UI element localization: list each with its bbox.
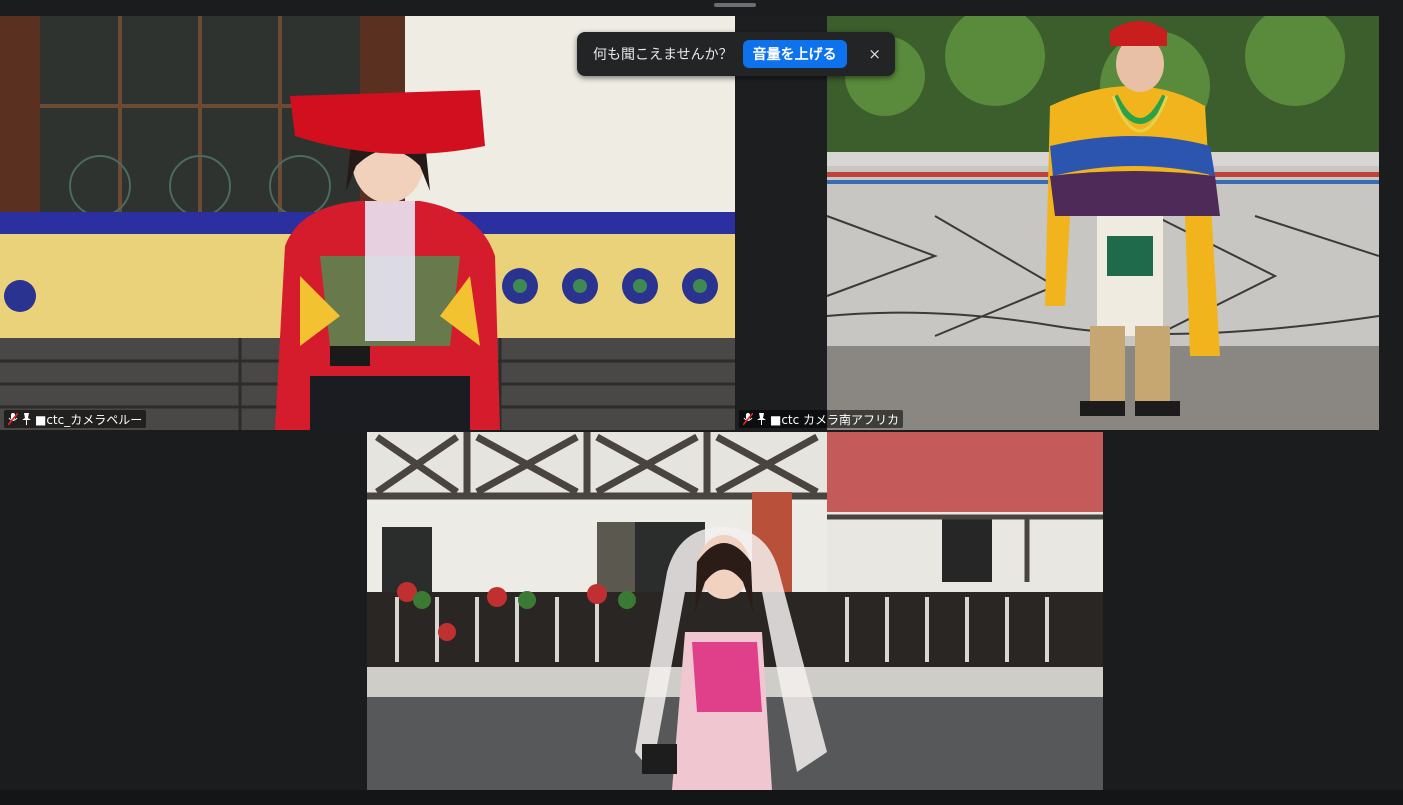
increase-volume-button[interactable]: 音量を上げる [742, 40, 847, 68]
participant-label-south-africa: ■ctc カメラ南アフリカ [739, 410, 904, 428]
mic-muted-icon [742, 412, 754, 426]
pin-icon [757, 413, 766, 425]
video-feed-3 [367, 432, 1103, 790]
video-tile-south-africa[interactable]: ■ctc カメラ南アフリカ [735, 16, 1379, 430]
audio-notification: 何も聞こえませんか？ 音量を上げる × [577, 32, 895, 76]
bottom-toolbar-edge [0, 790, 1403, 805]
pin-icon [22, 413, 31, 425]
video-tile-peru[interactable]: ■ctc_カメラペルー [0, 16, 735, 430]
video-feed-south-africa [735, 16, 1379, 430]
drag-handle[interactable] [714, 3, 756, 7]
close-icon[interactable]: × [868, 45, 881, 63]
participant-name: ■ctc カメラ南アフリカ [770, 412, 900, 427]
participant-label-peru: ■ctc_カメラペルー [4, 410, 147, 428]
top-bar [0, 0, 1403, 16]
notification-message: 何も聞こえませんか？ [593, 47, 733, 63]
mic-muted-icon [7, 412, 19, 426]
video-tile-3[interactable] [367, 432, 1103, 790]
participant-name: ■ctc_カメラペルー [35, 412, 143, 427]
video-feed-peru [0, 16, 735, 430]
